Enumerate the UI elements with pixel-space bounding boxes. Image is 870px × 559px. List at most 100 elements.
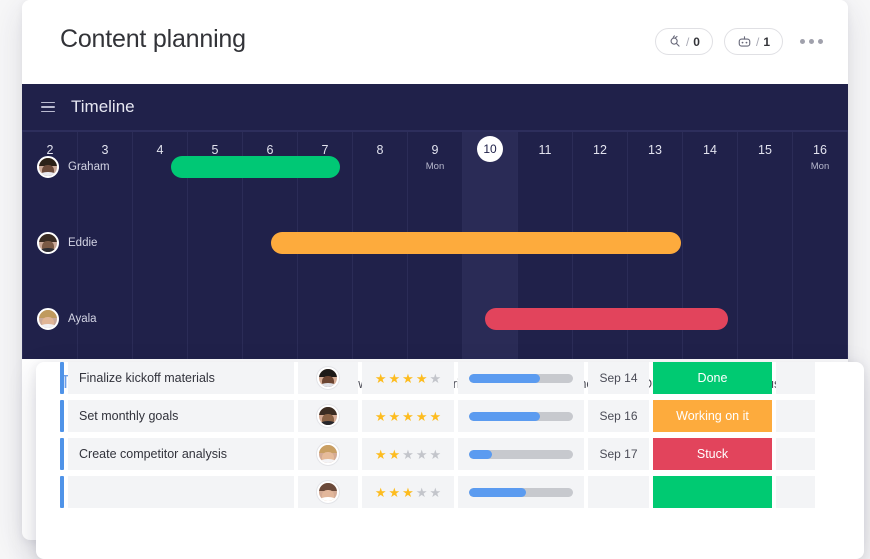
progress-bar — [469, 449, 573, 459]
this-week-card: This week Owner Priority Timeline Due da… — [36, 362, 864, 559]
avatar — [317, 481, 339, 503]
timeline-row-person[interactable]: Eddie — [37, 232, 97, 254]
priority-star[interactable]: ★ — [416, 448, 428, 461]
activity-pulse-icon — [668, 34, 682, 49]
table-row[interactable]: Create competitor analysis ★ ★ ★ ★ ★ Sep 17 Stu… — [60, 438, 815, 470]
dot — [818, 39, 823, 44]
page-title: Content planning — [60, 25, 246, 53]
row-tail-cell — [776, 400, 815, 432]
activity-count: 0 — [693, 34, 700, 49]
timeline-progress-cell[interactable] — [458, 438, 584, 470]
progress-bar — [469, 411, 573, 421]
owner-cell[interactable] — [298, 400, 358, 432]
timeline-bar[interactable] — [170, 156, 340, 178]
hamburger-bar — [41, 101, 55, 104]
priority-star[interactable]: ★ — [375, 372, 387, 385]
status-badge[interactable]: Working on it — [653, 400, 772, 432]
robot-icon — [737, 35, 752, 49]
avatar — [37, 232, 59, 254]
task-name-cell[interactable] — [68, 476, 294, 508]
owner-cell[interactable] — [298, 362, 358, 394]
timeline-row-person[interactable]: Ayala — [37, 308, 97, 330]
priority-cell[interactable]: ★ ★ ★ ★ ★ — [362, 400, 454, 432]
priority-star[interactable]: ★ — [389, 372, 401, 385]
dot — [809, 39, 814, 44]
priority-star[interactable]: ★ — [389, 410, 401, 423]
status-badge[interactable]: Done — [653, 362, 772, 394]
row-tail-cell — [776, 476, 815, 508]
priority-star[interactable]: ★ — [389, 486, 401, 499]
priority-star[interactable]: ★ — [389, 448, 401, 461]
timeline-panel: Timeline 2Mon3456789Mon10111213141516Mon… — [22, 84, 848, 359]
priority-star[interactable]: ★ — [416, 486, 428, 499]
priority-star[interactable]: ★ — [429, 410, 441, 423]
timeline-person-name: Graham — [68, 161, 110, 173]
timeline-person-name: Eddie — [68, 237, 98, 249]
owner-cell[interactable] — [298, 476, 358, 508]
hamburger-bar — [41, 110, 55, 113]
timeline-rows: Graham Eddie Ayala — [22, 131, 848, 359]
row-accent-bar — [60, 400, 64, 432]
pill-separator: / — [685, 34, 690, 49]
screen-root: Content planning / 0 / 1 Timeline 2 3 4 … — [0, 0, 870, 559]
priority-star[interactable]: ★ — [429, 448, 441, 461]
row-accent-bar — [60, 476, 64, 508]
priority-star[interactable]: ★ — [375, 486, 387, 499]
automations-count: 1 — [763, 34, 770, 49]
dot — [800, 39, 805, 44]
timeline-view-title: Timeline — [71, 97, 135, 116]
table-row[interactable]: Set monthly goals ★ ★ ★ ★ ★ Sep 16 Working on i… — [60, 400, 815, 432]
timeline-progress-cell[interactable] — [458, 362, 584, 394]
timeline-row-person[interactable]: Graham — [37, 156, 110, 178]
more-options-button[interactable] — [794, 33, 825, 50]
avatar — [37, 308, 59, 330]
priority-cell[interactable]: ★ ★ ★ ★ ★ — [362, 476, 454, 508]
due-date-cell[interactable]: Sep 14 — [588, 362, 649, 394]
priority-cell[interactable]: ★ ★ ★ ★ ★ — [362, 362, 454, 394]
owner-cell[interactable] — [298, 438, 358, 470]
status-badge[interactable]: Stuck — [653, 438, 772, 470]
task-name-cell[interactable]: Create competitor analysis — [68, 438, 294, 470]
status-badge[interactable] — [653, 476, 772, 508]
priority-star[interactable]: ★ — [402, 372, 414, 385]
task-name-cell[interactable]: Set monthly goals — [68, 400, 294, 432]
priority-star[interactable]: ★ — [416, 372, 428, 385]
avatar — [317, 405, 339, 427]
table-row[interactable]: Finalize kickoff materials ★ ★ ★ ★ ★ Sep 14 Don… — [60, 362, 815, 394]
timeline-progress-cell[interactable] — [458, 400, 584, 432]
priority-star[interactable]: ★ — [402, 410, 414, 423]
timeline-progress-cell[interactable] — [458, 476, 584, 508]
task-name-cell[interactable]: Finalize kickoff materials — [68, 362, 294, 394]
priority-star[interactable]: ★ — [402, 486, 414, 499]
priority-star[interactable]: ★ — [375, 410, 387, 423]
priority-star[interactable]: ★ — [429, 486, 441, 499]
priority-star[interactable]: ★ — [375, 448, 387, 461]
timeline-bar[interactable] — [270, 232, 682, 254]
avatar — [317, 443, 339, 465]
priority-cell[interactable]: ★ ★ ★ ★ ★ — [362, 438, 454, 470]
row-tail-cell — [776, 438, 815, 470]
timeline-person-name: Ayala — [68, 313, 97, 325]
due-date-cell[interactable]: Sep 17 — [588, 438, 649, 470]
table-row[interactable]: ★ ★ ★ ★ ★ — [60, 476, 815, 508]
row-tail-cell — [776, 362, 815, 394]
progress-bar — [469, 373, 573, 383]
progress-bar — [469, 487, 573, 497]
hamburger-bar — [41, 106, 55, 108]
hamburger-icon[interactable] — [41, 99, 55, 116]
activity-counter-pill[interactable]: / 0 — [654, 28, 713, 55]
header-actions: / 0 / 1 — [654, 28, 825, 55]
automations-counter-pill[interactable]: / 1 — [723, 28, 783, 55]
priority-star[interactable]: ★ — [416, 410, 428, 423]
timeline-row: Eddie — [22, 207, 848, 283]
row-accent-bar — [60, 362, 64, 394]
due-date-cell[interactable] — [588, 476, 649, 508]
avatar — [37, 156, 59, 178]
timeline-bar[interactable] — [484, 308, 729, 330]
due-date-cell[interactable]: Sep 16 — [588, 400, 649, 432]
board-header: Content planning / 0 / 1 — [22, 0, 848, 84]
avatar — [317, 367, 339, 389]
priority-star[interactable]: ★ — [429, 372, 441, 385]
priority-star[interactable]: ★ — [402, 448, 414, 461]
timeline-row: Ayala — [22, 283, 848, 359]
